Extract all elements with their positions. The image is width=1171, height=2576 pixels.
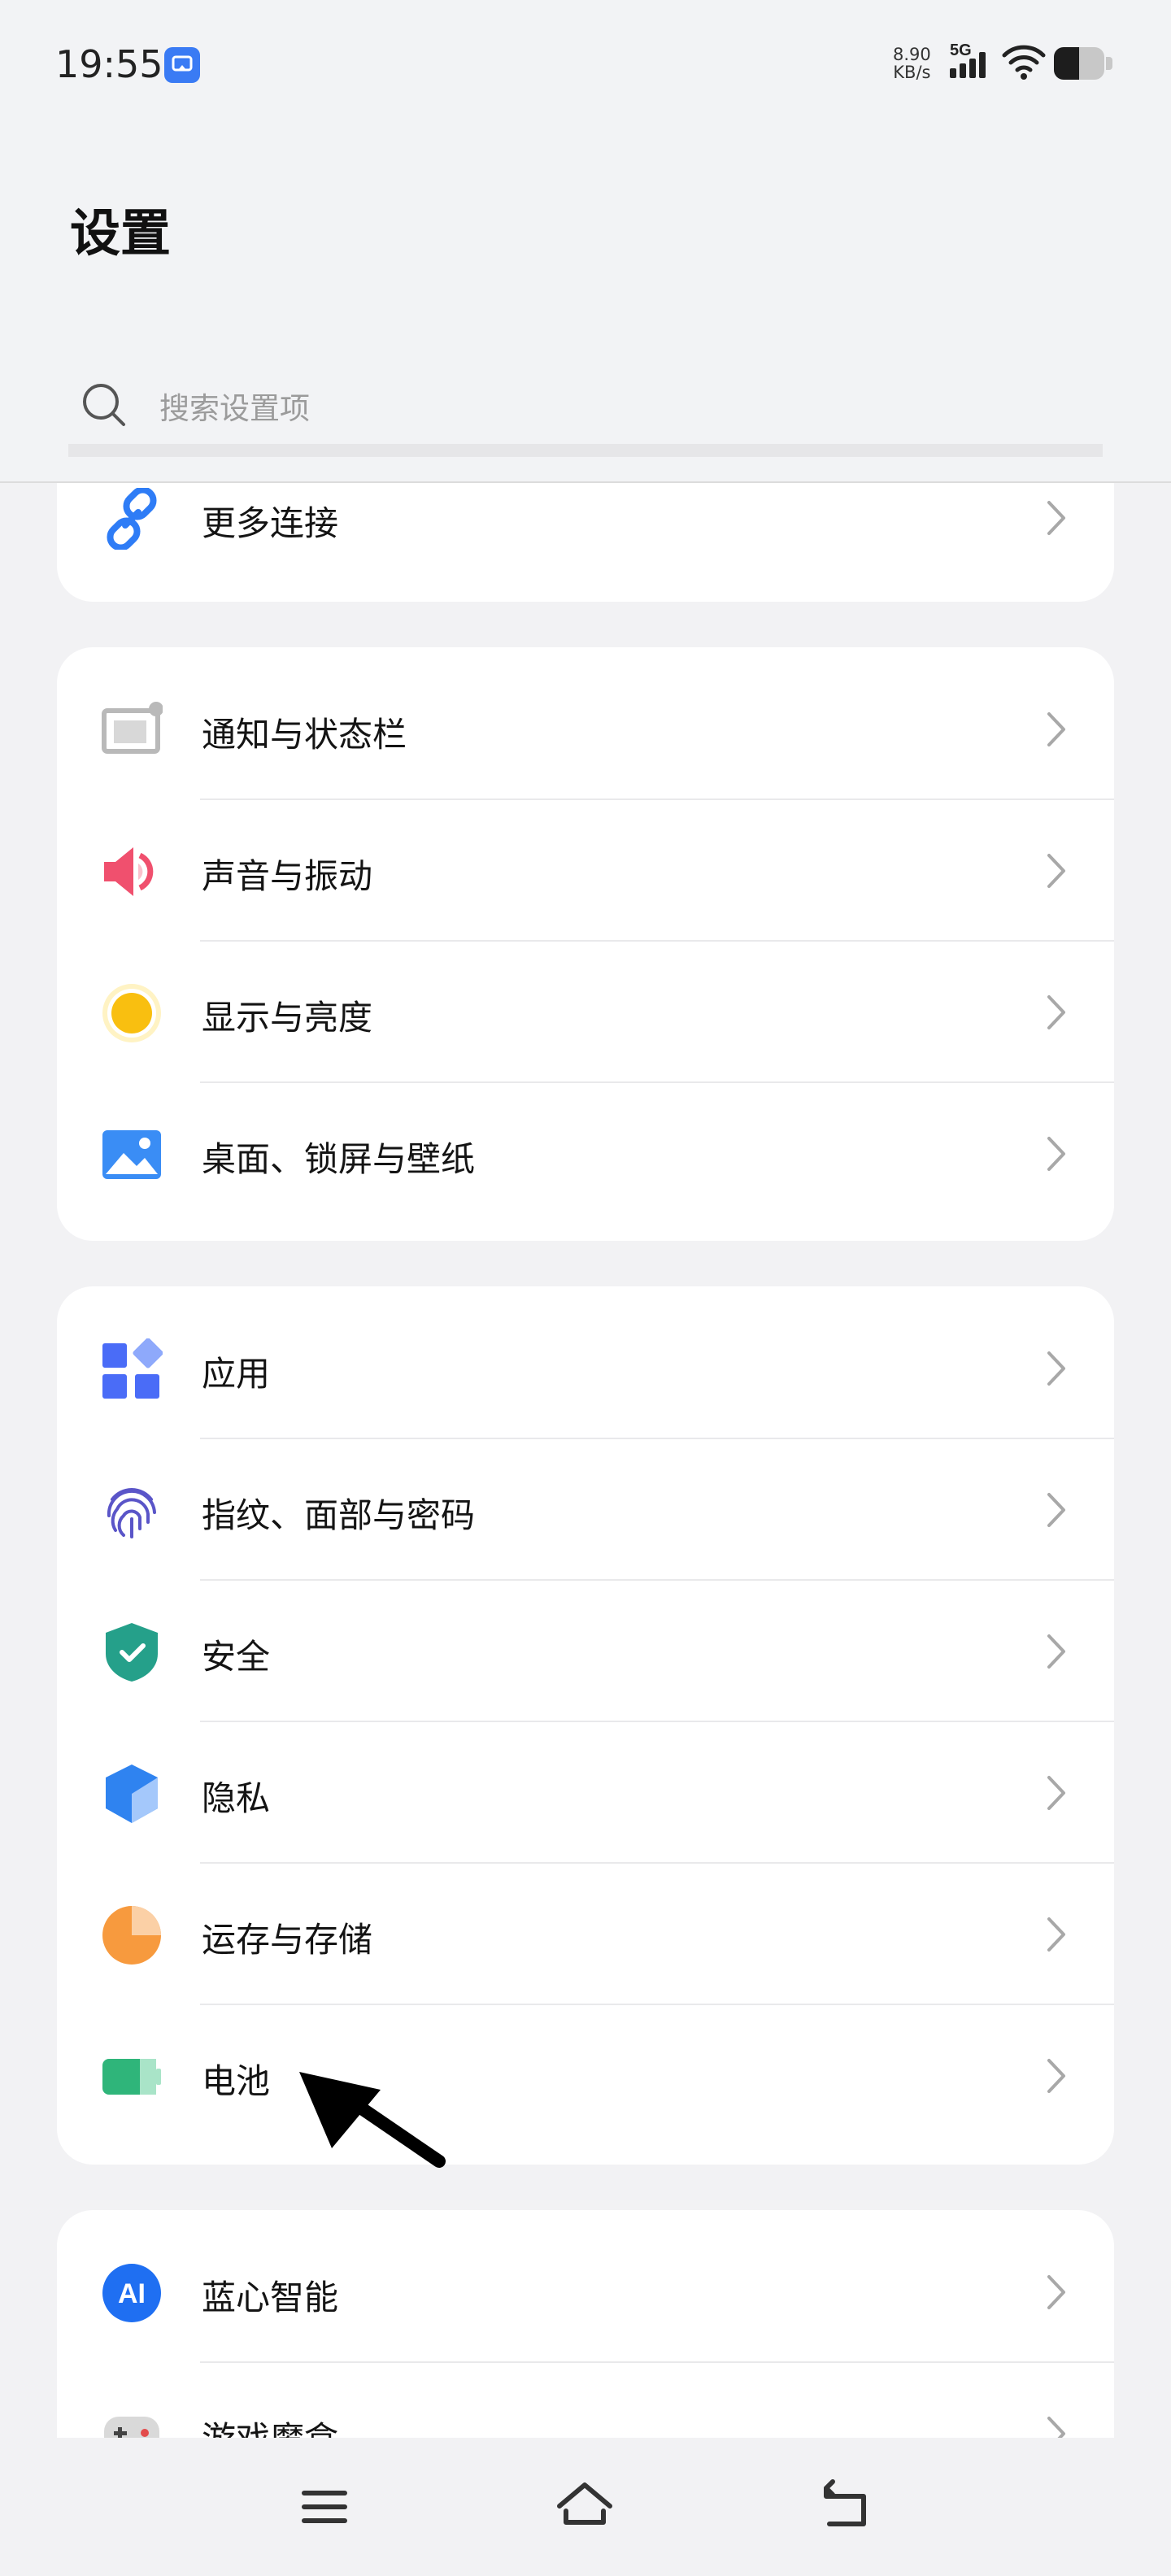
link-icon (101, 486, 163, 551)
system-nav-bar (0, 2438, 1171, 2576)
battery-icon (1054, 47, 1104, 80)
settings-item-label: 更多连接 (202, 503, 339, 543)
notification-icon (101, 699, 163, 761)
settings-item-storage[interactable]: 运存与存储 (57, 1864, 1114, 2005)
settings-item-label: 隐私 (202, 1778, 271, 1818)
chevron-right-icon (1044, 2057, 1069, 2098)
status-time: 19:55 (55, 42, 163, 86)
settings-item-label: 通知与状态栏 (202, 715, 407, 755)
chevron-right-icon (1044, 1916, 1069, 1956)
fingerprint-icon (101, 1480, 163, 1542)
chevron-right-icon (1044, 1633, 1069, 1673)
wallpaper-icon (101, 1124, 163, 1186)
chevron-right-icon (1044, 1774, 1069, 1815)
chevron-right-icon (1044, 994, 1069, 1034)
search-placeholder: 搜索设置项 (159, 391, 310, 426)
settings-item-label: 指纹、面部与密码 (202, 1495, 476, 1535)
page-title: 设置 (70, 203, 172, 263)
search-icon (80, 381, 130, 434)
chevron-right-icon (1044, 1491, 1069, 1532)
network-type: 5G (950, 41, 972, 59)
battery-tip (1106, 57, 1112, 70)
settings-card-connect: 更多连接 (57, 483, 1114, 602)
chevron-right-icon (1044, 1350, 1069, 1390)
chevron-right-icon (1044, 2274, 1069, 2314)
screen-cast-icon (164, 47, 200, 83)
settings-card-apps: 应用 指纹、面部与密码 安全 隐私 运存与存储 电池 (57, 1286, 1114, 2165)
settings-item-label: 安全 (202, 1637, 271, 1677)
status-bar: 19:55 8.90 KB/s 5G (0, 0, 1171, 130)
signal-5g-icon: 5G (948, 41, 994, 85)
wifi-icon (1002, 44, 1046, 83)
chevron-right-icon (1044, 1135, 1069, 1176)
settings-item-more-connections[interactable]: 更多连接 (57, 483, 1114, 589)
settings-item-label: 运存与存储 (202, 1920, 373, 1960)
net-speed: 8.90 KB/s (893, 45, 931, 82)
home-icon[interactable] (548, 2470, 621, 2543)
pointer-arrow-icon (293, 2065, 455, 2174)
settings-item-security[interactable]: 安全 (57, 1581, 1114, 1722)
settings-item-ai[interactable]: AI 蓝心智能 (57, 2221, 1114, 2363)
menu-icon[interactable] (288, 2470, 361, 2543)
settings-item-label: 桌面、锁屏与壁纸 (202, 1139, 476, 1179)
settings-item-sound[interactable]: 声音与振动 (57, 800, 1114, 942)
shield-icon (101, 1621, 163, 1683)
ai-icon: AI (101, 2262, 163, 2324)
storage-pie-icon (101, 1904, 163, 1966)
settings-item-wallpaper[interactable]: 桌面、锁屏与壁纸 (57, 1083, 1114, 1225)
settings-card-ai: AI 蓝心智能 游戏魔盒 (57, 2210, 1114, 2454)
svg-text:AI: AI (118, 2278, 146, 2309)
search-bar[interactable]: 搜索设置项 (68, 366, 1103, 457)
settings-item-notifications[interactable]: 通知与状态栏 (57, 659, 1114, 800)
settings-item-privacy[interactable]: 隐私 (57, 1722, 1114, 1864)
settings-item-label: 声音与振动 (202, 856, 373, 896)
settings-item-label: 蓝心智能 (202, 2278, 339, 2317)
settings-item-battery[interactable]: 电池 (57, 2005, 1114, 2147)
battery-icon (101, 2046, 163, 2108)
chevron-right-icon (1044, 499, 1069, 540)
settings-item-label: 应用 (202, 1354, 271, 1394)
settings-card-display: 通知与状态栏 声音与振动 显示与亮度 桌面、锁屏与壁纸 (57, 647, 1114, 1241)
settings-item-fingerprint[interactable]: 指纹、面部与密码 (57, 1439, 1114, 1581)
chevron-right-icon (1044, 852, 1069, 893)
back-icon[interactable] (810, 2470, 883, 2543)
settings-item-display[interactable]: 显示与亮度 (57, 942, 1114, 1083)
settings-item-label: 显示与亮度 (202, 998, 373, 1038)
speaker-icon (101, 841, 163, 903)
brightness-icon (101, 982, 163, 1044)
chevron-right-icon (1044, 711, 1069, 751)
settings-item-apps[interactable]: 应用 (57, 1298, 1114, 1439)
apps-icon (101, 1338, 163, 1400)
privacy-cube-icon (101, 1763, 163, 1825)
settings-item-label: 电池 (202, 2061, 271, 2101)
